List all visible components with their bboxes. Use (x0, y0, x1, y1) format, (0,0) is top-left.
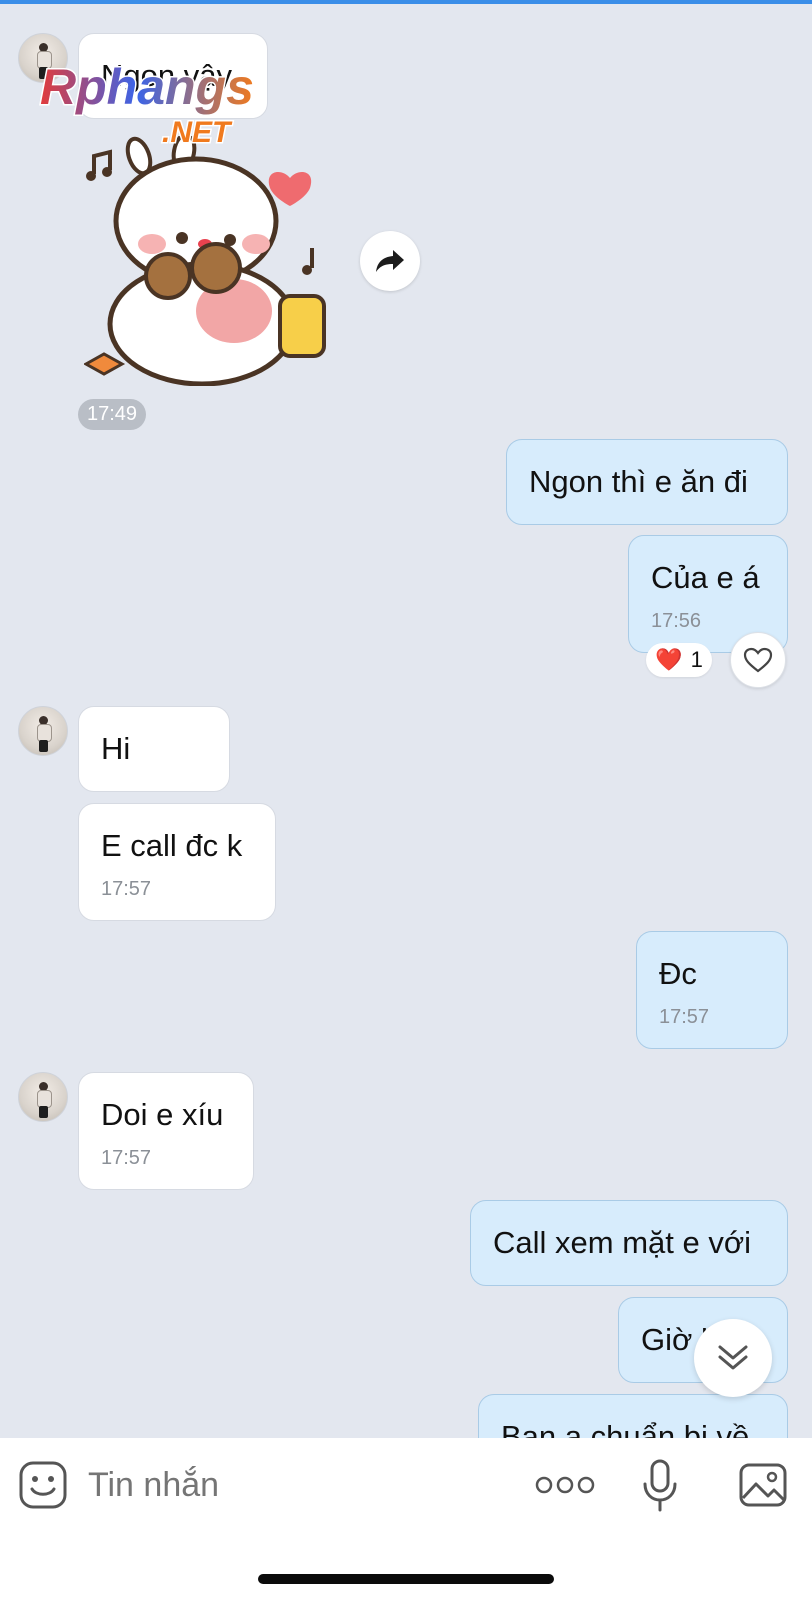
message-text: E call đc k (101, 828, 243, 863)
forward-icon (376, 250, 404, 272)
message-bubble[interactable]: Đc 17:57 (636, 931, 788, 1049)
gallery-icon[interactable] (738, 1460, 788, 1510)
watermark-logo: Rphangs .NET (39, 58, 256, 151)
message-bubble[interactable]: Ban a chuẩn bị về (478, 1394, 788, 1438)
message-bubble[interactable]: E call đc k 17:57 (78, 803, 276, 921)
forward-button[interactable] (360, 231, 420, 291)
message-bubble[interactable]: Call xem mặt e với (470, 1200, 788, 1286)
message-composer (0, 1438, 812, 1600)
message-timestamp: 17:49 (78, 399, 146, 430)
contact-avatar[interactable] (18, 706, 68, 756)
contact-avatar[interactable] (18, 1072, 68, 1122)
message-timestamp: 17:57 (659, 1006, 710, 1028)
scroll-to-bottom-button[interactable] (694, 1319, 772, 1397)
watermark-suffix: .NET (162, 116, 233, 149)
message-bubble[interactable]: Hi (78, 706, 230, 792)
heart-outline-icon (743, 647, 773, 673)
message-bubble[interactable]: Doi e xíu 17:57 (78, 1072, 254, 1190)
message-text: Của e á (651, 560, 760, 595)
emoji-icon[interactable] (18, 1460, 68, 1510)
message-bubble[interactable]: Ngon thì e ăn đi (506, 439, 788, 525)
message-text: Ngon thì e ăn đi (529, 464, 748, 499)
bunny-eating-cookie-sticker[interactable] (84, 136, 334, 386)
message-text: Hi (101, 731, 131, 766)
reaction-badge[interactable]: ❤️ 1 (646, 643, 712, 677)
mic-icon[interactable] (640, 1458, 680, 1514)
message-text: Ban a chuẩn bị về (501, 1419, 750, 1438)
more-icon[interactable] (534, 1472, 596, 1498)
message-text: Doi e xíu (101, 1097, 224, 1132)
reaction-count: 1 (690, 647, 703, 672)
watermark-brand: Rphangs (40, 59, 254, 115)
message-text: Call xem mặt e với (493, 1225, 752, 1260)
react-button[interactable] (730, 632, 786, 688)
message-timestamp: 17:57 (101, 1147, 152, 1169)
heart-reaction-icon: ❤️ (655, 647, 683, 672)
double-chevron-down-icon (718, 1345, 748, 1370)
home-indicator (258, 1574, 554, 1584)
message-text: Đc (659, 956, 697, 991)
message-timestamp: 17:56 (651, 610, 702, 632)
message-timestamp: 17:57 (101, 878, 152, 900)
message-input[interactable] (88, 1462, 498, 1508)
chat-thread[interactable]: Ngon vậy 17:49 Ngon thì e ăn đi Của e á … (0, 0, 812, 1438)
